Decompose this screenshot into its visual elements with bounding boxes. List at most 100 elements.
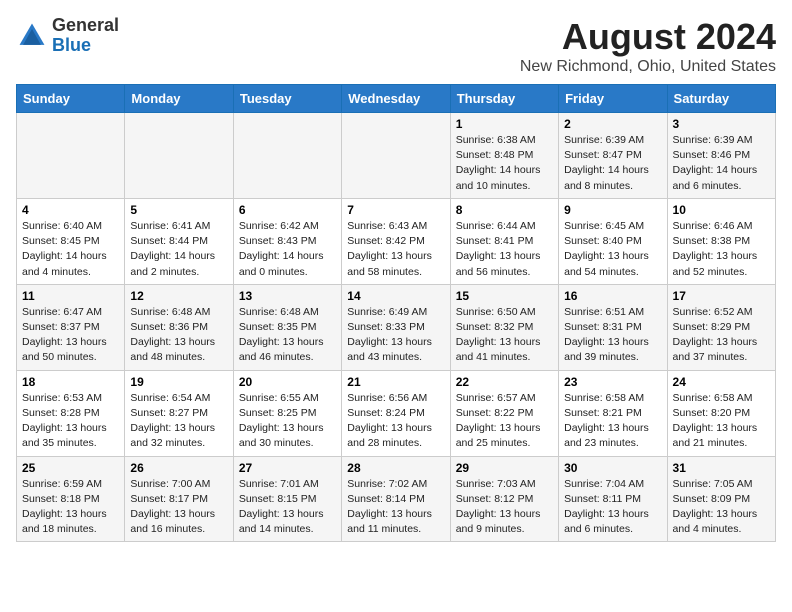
day-number: 29: [456, 461, 553, 475]
calendar-cell: 5 Sunrise: 6:41 AM Sunset: 8:44 PM Daylig…: [125, 198, 233, 284]
day-number: 28: [347, 461, 444, 475]
day-number: 10: [673, 203, 770, 217]
day-info: Sunrise: 6:41 AM Sunset: 8:44 PM Dayligh…: [130, 219, 227, 280]
day-number: 7: [347, 203, 444, 217]
day-number: 5: [130, 203, 227, 217]
calendar-cell: 4 Sunrise: 6:40 AM Sunset: 8:45 PM Daylig…: [17, 198, 125, 284]
calendar-cell: 25 Sunrise: 6:59 AM Sunset: 8:18 PM Dayli…: [17, 456, 125, 542]
header: General Blue August 2024 New Richmond, O…: [16, 16, 776, 76]
calendar-cell: 29 Sunrise: 7:03 AM Sunset: 8:12 PM Dayli…: [450, 456, 558, 542]
day-info: Sunrise: 6:45 AM Sunset: 8:40 PM Dayligh…: [564, 219, 661, 280]
calendar-cell: 23Sunrise: 6:58 AM Sunset: 8:21 PM Dayli…: [559, 370, 667, 456]
day-number: 21: [347, 375, 444, 389]
day-number: 19: [130, 375, 227, 389]
day-number: 22: [456, 375, 553, 389]
main-title: August 2024: [520, 16, 776, 58]
weekday-header-friday: Friday: [559, 85, 667, 113]
weekday-header-tuesday: Tuesday: [233, 85, 341, 113]
weekday-header-wednesday: Wednesday: [342, 85, 450, 113]
calendar-cell: 12Sunrise: 6:48 AM Sunset: 8:36 PM Dayli…: [125, 284, 233, 370]
calendar-cell: 24Sunrise: 6:58 AM Sunset: 8:20 PM Dayli…: [667, 370, 775, 456]
logo-blue-text: Blue: [52, 36, 119, 56]
calendar-cell: 21 Sunrise: 6:56 AM Sunset: 8:24 PM Dayli…: [342, 370, 450, 456]
calendar-cell: 3Sunrise: 6:39 AM Sunset: 8:46 PM Daylig…: [667, 113, 775, 199]
subtitle: New Richmond, Ohio, United States: [520, 58, 776, 76]
logo: General Blue: [16, 16, 119, 56]
calendar-cell: 8Sunrise: 6:44 AM Sunset: 8:41 PM Daylig…: [450, 198, 558, 284]
day-info: Sunrise: 7:03 AM Sunset: 8:12 PM Dayligh…: [456, 477, 553, 538]
calendar-cell: 26Sunrise: 7:00 AM Sunset: 8:17 PM Dayli…: [125, 456, 233, 542]
calendar-cell: 31 Sunrise: 7:05 AM Sunset: 8:09 PM Dayli…: [667, 456, 775, 542]
day-number: 26: [130, 461, 227, 475]
day-info: Sunrise: 6:59 AM Sunset: 8:18 PM Dayligh…: [22, 477, 119, 538]
day-info: Sunrise: 6:43 AM Sunset: 8:42 PM Dayligh…: [347, 219, 444, 280]
logo-icon: [16, 20, 48, 52]
day-number: 9: [564, 203, 661, 217]
day-info: Sunrise: 6:38 AM Sunset: 8:48 PM Dayligh…: [456, 133, 553, 194]
calendar-cell: [342, 113, 450, 199]
calendar-cell: 6 Sunrise: 6:42 AM Sunset: 8:43 PM Daylig…: [233, 198, 341, 284]
day-info: Sunrise: 6:47 AM Sunset: 8:37 PM Dayligh…: [22, 305, 119, 366]
calendar-cell: 2 Sunrise: 6:39 AM Sunset: 8:47 PM Daylig…: [559, 113, 667, 199]
day-info: Sunrise: 6:40 AM Sunset: 8:45 PM Dayligh…: [22, 219, 119, 280]
weekday-header-saturday: Saturday: [667, 85, 775, 113]
day-info: Sunrise: 6:51 AM Sunset: 8:31 PM Dayligh…: [564, 305, 661, 366]
calendar-cell: 13 Sunrise: 6:48 AM Sunset: 8:35 PM Dayli…: [233, 284, 341, 370]
day-number: 14: [347, 289, 444, 303]
calendar-cell: 11 Sunrise: 6:47 AM Sunset: 8:37 PM Dayli…: [17, 284, 125, 370]
day-info: Sunrise: 6:42 AM Sunset: 8:43 PM Dayligh…: [239, 219, 336, 280]
day-info: Sunrise: 7:01 AM Sunset: 8:15 PM Dayligh…: [239, 477, 336, 538]
calendar-cell: 28Sunrise: 7:02 AM Sunset: 8:14 PM Dayli…: [342, 456, 450, 542]
calendar-cell: 9 Sunrise: 6:45 AM Sunset: 8:40 PM Daylig…: [559, 198, 667, 284]
day-info: Sunrise: 6:46 AM Sunset: 8:38 PM Dayligh…: [673, 219, 770, 280]
day-number: 18: [22, 375, 119, 389]
day-info: Sunrise: 6:52 AM Sunset: 8:29 PM Dayligh…: [673, 305, 770, 366]
day-number: 6: [239, 203, 336, 217]
calendar-week-5: 25 Sunrise: 6:59 AM Sunset: 8:18 PM Dayli…: [17, 456, 776, 542]
day-number: 17: [673, 289, 770, 303]
day-info: Sunrise: 6:50 AM Sunset: 8:32 PM Dayligh…: [456, 305, 553, 366]
calendar-cell: 27 Sunrise: 7:01 AM Sunset: 8:15 PM Dayli…: [233, 456, 341, 542]
day-number: 24: [673, 375, 770, 389]
day-info: Sunrise: 6:54 AM Sunset: 8:27 PM Dayligh…: [130, 391, 227, 452]
day-number: 11: [22, 289, 119, 303]
day-number: 25: [22, 461, 119, 475]
title-area: August 2024 New Richmond, Ohio, United S…: [520, 16, 776, 76]
weekday-header-thursday: Thursday: [450, 85, 558, 113]
day-number: 31: [673, 461, 770, 475]
day-number: 2: [564, 117, 661, 131]
calendar-cell: [233, 113, 341, 199]
day-number: 1: [456, 117, 553, 131]
day-number: 13: [239, 289, 336, 303]
calendar-week-4: 18Sunrise: 6:53 AM Sunset: 8:28 PM Dayli…: [17, 370, 776, 456]
calendar-week-2: 4 Sunrise: 6:40 AM Sunset: 8:45 PM Daylig…: [17, 198, 776, 284]
calendar-cell: [125, 113, 233, 199]
weekday-header-sunday: Sunday: [17, 85, 125, 113]
calendar-cell: 20Sunrise: 6:55 AM Sunset: 8:25 PM Dayli…: [233, 370, 341, 456]
day-number: 20: [239, 375, 336, 389]
calendar-cell: 22 Sunrise: 6:57 AM Sunset: 8:22 PM Dayli…: [450, 370, 558, 456]
day-info: Sunrise: 6:58 AM Sunset: 8:21 PM Dayligh…: [564, 391, 661, 452]
day-number: 4: [22, 203, 119, 217]
calendar-cell: 30 Sunrise: 7:04 AM Sunset: 8:11 PM Dayli…: [559, 456, 667, 542]
day-number: 16: [564, 289, 661, 303]
day-number: 27: [239, 461, 336, 475]
calendar-cell: 16 Sunrise: 6:51 AM Sunset: 8:31 PM Dayli…: [559, 284, 667, 370]
day-info: Sunrise: 7:04 AM Sunset: 8:11 PM Dayligh…: [564, 477, 661, 538]
calendar-cell: 1 Sunrise: 6:38 AM Sunset: 8:48 PM Daylig…: [450, 113, 558, 199]
day-info: Sunrise: 6:48 AM Sunset: 8:36 PM Dayligh…: [130, 305, 227, 366]
calendar-header: SundayMondayTuesdayWednesdayThursdayFrid…: [17, 85, 776, 113]
day-info: Sunrise: 6:48 AM Sunset: 8:35 PM Dayligh…: [239, 305, 336, 366]
calendar-cell: 18Sunrise: 6:53 AM Sunset: 8:28 PM Dayli…: [17, 370, 125, 456]
day-info: Sunrise: 6:57 AM Sunset: 8:22 PM Dayligh…: [456, 391, 553, 452]
logo-general-text: General: [52, 16, 119, 36]
day-info: Sunrise: 6:39 AM Sunset: 8:47 PM Dayligh…: [564, 133, 661, 194]
calendar-week-1: 1 Sunrise: 6:38 AM Sunset: 8:48 PM Daylig…: [17, 113, 776, 199]
calendar-week-3: 11 Sunrise: 6:47 AM Sunset: 8:37 PM Dayli…: [17, 284, 776, 370]
day-number: 30: [564, 461, 661, 475]
calendar-cell: [17, 113, 125, 199]
calendar-cell: 7 Sunrise: 6:43 AM Sunset: 8:42 PM Daylig…: [342, 198, 450, 284]
day-info: Sunrise: 6:56 AM Sunset: 8:24 PM Dayligh…: [347, 391, 444, 452]
calendar-cell: 17 Sunrise: 6:52 AM Sunset: 8:29 PM Dayli…: [667, 284, 775, 370]
day-info: Sunrise: 7:05 AM Sunset: 8:09 PM Dayligh…: [673, 477, 770, 538]
